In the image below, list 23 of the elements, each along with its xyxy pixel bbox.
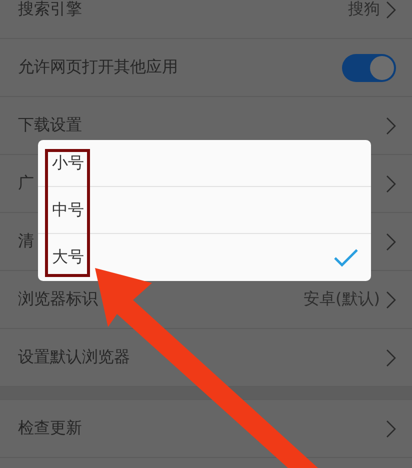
chevron-icon	[386, 290, 396, 308]
setting-label: 搜索引擎	[18, 0, 83, 20]
chevron-icon	[386, 116, 396, 134]
check-icon	[333, 248, 359, 268]
setting-value: 安卓(默认)	[304, 289, 380, 310]
setting-label: 清	[18, 231, 35, 252]
chevron-icon	[386, 232, 396, 250]
setting-label: 允许网页打开其他应用	[18, 57, 179, 78]
font-size-option[interactable]: 中号	[38, 187, 371, 234]
chevron-icon	[386, 0, 396, 18]
font-size-option[interactable]: 小号	[38, 140, 371, 187]
setting-label: 下载设置	[18, 115, 83, 136]
chevron-icon	[386, 174, 396, 192]
settings-row[interactable]: 搜索引擎 搜狗	[0, 0, 412, 39]
setting-value: 搜狗	[348, 0, 380, 20]
chevron-icon	[386, 348, 396, 366]
chevron-icon	[386, 420, 396, 438]
settings-row[interactable]: 允许网页打开其他应用	[0, 39, 412, 97]
setting-label: 检查更新	[18, 418, 83, 439]
setting-label: 浏览器标识	[18, 289, 99, 310]
toggle-switch[interactable]	[342, 54, 396, 82]
setting-label: 设置默认浏览器	[18, 347, 131, 368]
setting-label: 广	[18, 173, 35, 194]
